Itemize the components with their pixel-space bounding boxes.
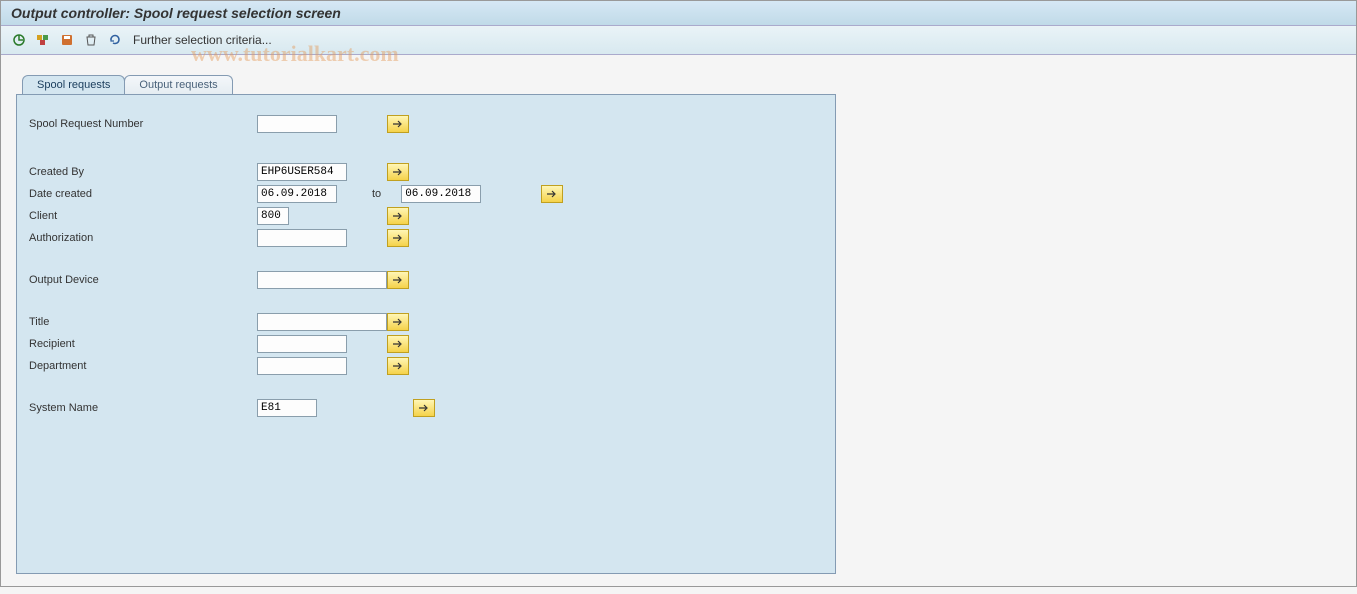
selection-panel: Spool Request Number Created By Date cre…: [16, 94, 836, 574]
multi-select-icon[interactable]: [387, 335, 409, 353]
recipient-input[interactable]: [257, 335, 347, 353]
output-device-label: Output Device: [27, 274, 257, 286]
refresh-icon[interactable]: [105, 30, 125, 50]
to-label: to: [372, 188, 381, 200]
department-label: Department: [27, 360, 257, 372]
tabs: Spool requests Output requests: [22, 75, 1341, 94]
content-area: Spool requests Output requests Spool Req…: [1, 55, 1356, 594]
system-name-input[interactable]: [257, 399, 317, 417]
output-device-input[interactable]: [257, 271, 387, 289]
multi-select-icon[interactable]: [387, 229, 409, 247]
spool-request-number-input[interactable]: [257, 115, 337, 133]
date-to-input[interactable]: [401, 185, 481, 203]
date-created-label: Date created: [27, 188, 257, 200]
recipient-label: Recipient: [27, 338, 257, 350]
tab-label: Spool requests: [37, 79, 110, 91]
client-input[interactable]: [257, 207, 289, 225]
execute-icon[interactable]: [9, 30, 29, 50]
authorization-label: Authorization: [27, 232, 257, 244]
multi-select-icon[interactable]: [413, 399, 435, 417]
title-field-label: Title: [27, 316, 257, 328]
further-criteria-button[interactable]: Further selection criteria...: [133, 33, 272, 47]
tab-spool-requests[interactable]: Spool requests: [22, 75, 125, 94]
multi-select-icon[interactable]: [541, 185, 563, 203]
multi-select-icon[interactable]: [387, 163, 409, 181]
multi-select-icon[interactable]: [387, 115, 409, 133]
spool-request-number-label: Spool Request Number: [27, 118, 257, 130]
client-label: Client: [27, 210, 257, 222]
created-by-input[interactable]: [257, 163, 347, 181]
created-by-label: Created By: [27, 166, 257, 178]
title-input[interactable]: [257, 313, 387, 331]
multi-select-icon[interactable]: [387, 207, 409, 225]
multi-select-icon[interactable]: [387, 271, 409, 289]
tab-output-requests[interactable]: Output requests: [124, 75, 232, 94]
page-title: Output controller: Spool request selecti…: [11, 5, 341, 21]
multi-select-icon[interactable]: [387, 313, 409, 331]
multi-select-icon[interactable]: [387, 357, 409, 375]
department-input[interactable]: [257, 357, 347, 375]
system-name-label: System Name: [27, 402, 257, 414]
variant-icon[interactable]: [33, 30, 53, 50]
authorization-input[interactable]: [257, 229, 347, 247]
further-criteria-label: Further selection criteria...: [133, 33, 272, 47]
delete-icon[interactable]: [81, 30, 101, 50]
toolbar: Further selection criteria...: [1, 26, 1356, 55]
tab-label: Output requests: [139, 79, 217, 91]
title-bar: Output controller: Spool request selecti…: [1, 1, 1356, 26]
save-icon[interactable]: [57, 30, 77, 50]
date-from-input[interactable]: [257, 185, 337, 203]
